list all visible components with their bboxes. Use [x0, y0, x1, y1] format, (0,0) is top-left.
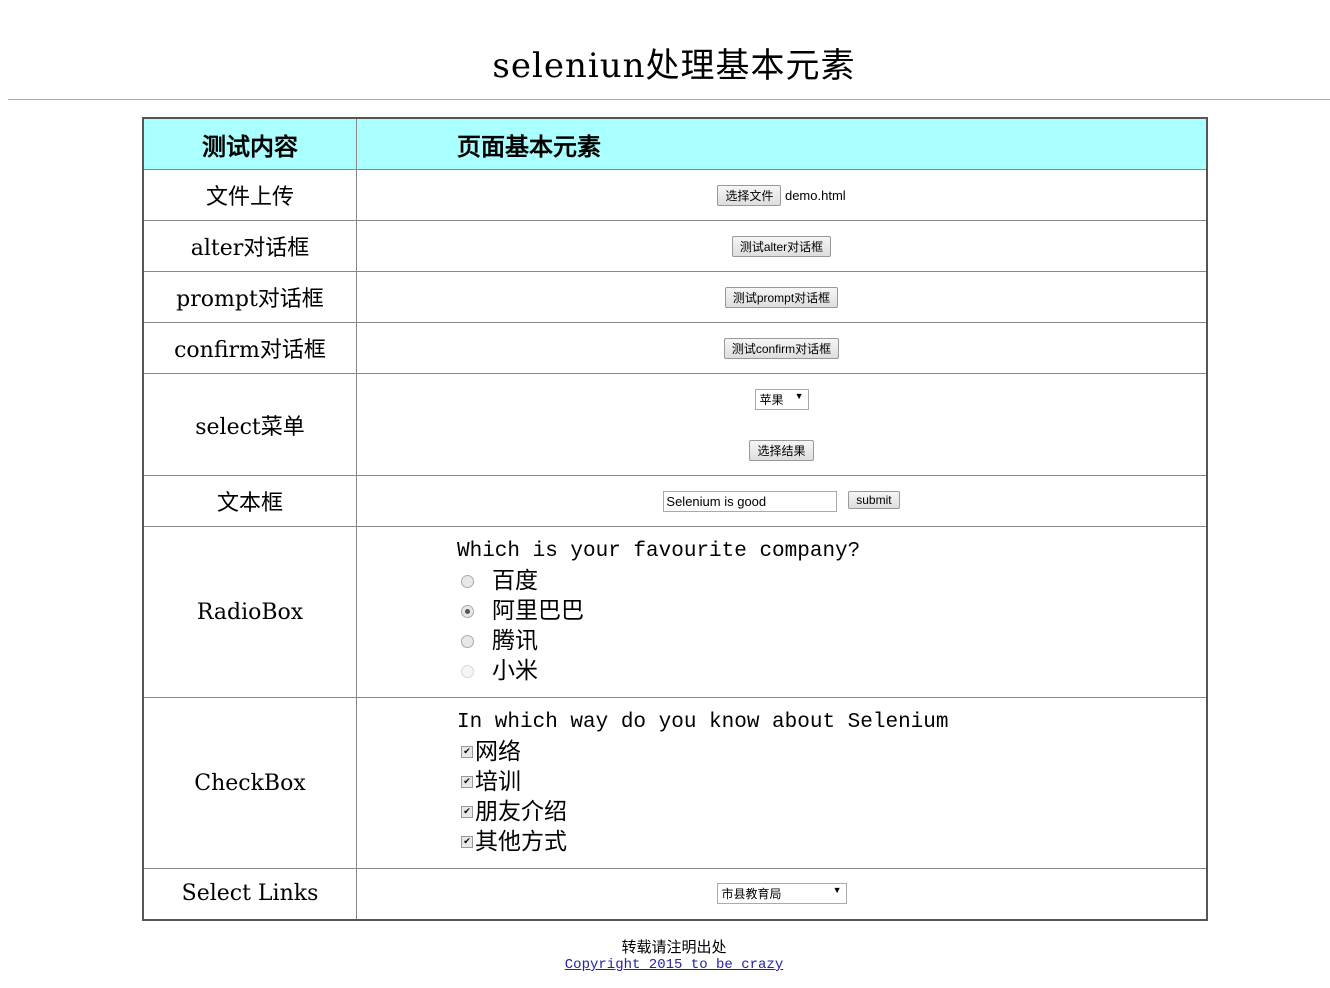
- fruit-select[interactable]: 苹果 ▼: [754, 388, 809, 410]
- page-title: seleniun处理基本元素: [492, 46, 856, 86]
- checkbox-option: ✔ 培训: [457, 767, 1206, 797]
- row-label: confirm对话框: [142, 322, 357, 374]
- checkbox-option: ✔ 朋友介绍: [457, 797, 1206, 827]
- checkbox-label: 网络: [475, 739, 521, 765]
- links-select-value: 市县教育局: [721, 887, 782, 902]
- chevron-down-icon: ▼: [794, 390, 804, 401]
- divider: [8, 99, 1330, 100]
- table-row: Select Links 市县教育局 ▼: [142, 868, 1208, 920]
- radio-label: 腾讯: [492, 628, 538, 654]
- checkbox[interactable]: ✔: [461, 806, 473, 818]
- radio-button[interactable]: [461, 574, 474, 588]
- checkbox[interactable]: ✔: [461, 746, 473, 758]
- prompt-button[interactable]: 测试prompt对话框: [724, 286, 839, 308]
- copyright-link[interactable]: Copyright 2015 to be crazy: [0, 957, 1330, 973]
- row-label: Select Links: [142, 868, 357, 920]
- radio-button[interactable]: [461, 634, 474, 648]
- footer: 转载请注明出处 Copyright 2015 to be crazy: [0, 936, 1330, 973]
- table-header: 测试内容 页面基本元素: [142, 117, 1208, 170]
- row-label: prompt对话框: [142, 271, 357, 323]
- radio-option: 腾讯: [457, 626, 1206, 656]
- select-result-button[interactable]: 选择结果: [749, 439, 814, 461]
- alert-button[interactable]: 测试alter对话框: [731, 235, 832, 257]
- confirm-button[interactable]: 测试confirm对话框: [723, 337, 840, 359]
- checkbox[interactable]: ✔: [461, 836, 473, 848]
- table-row: 文件上传 选择文件 demo.html: [142, 169, 1208, 221]
- table-row: 文本框 Selenium is good submit: [142, 475, 1208, 527]
- row-label: 文件上传: [142, 169, 357, 221]
- header-elements: 页面基本元素: [356, 117, 1208, 170]
- row-label: 文本框: [142, 475, 357, 527]
- table-row: select菜单 苹果 ▼ 选择结果: [142, 373, 1208, 476]
- checkbox-label: 朋友介绍: [475, 799, 567, 825]
- checkbox-question: In which way do you know about Selenium: [457, 711, 949, 734]
- chevron-down-icon: ▼: [832, 885, 842, 896]
- row-label: CheckBox: [142, 697, 357, 869]
- checkbox-label: 培训: [475, 769, 521, 795]
- table-row: RadioBox Which is your favourite company…: [142, 526, 1208, 698]
- fruit-select-value: 苹果: [759, 392, 784, 407]
- row-label: RadioBox: [142, 526, 357, 698]
- radio-option: 小米: [457, 656, 1206, 686]
- submit-button[interactable]: submit: [848, 491, 900, 510]
- row-label: select菜单: [142, 373, 357, 476]
- radio-button[interactable]: [461, 604, 474, 618]
- checkbox-option: ✔ 网络: [457, 737, 1206, 767]
- radio-label: 小米: [492, 658, 538, 684]
- radio-label: 百度: [492, 568, 538, 594]
- table-row: alter对话框 测试alter对话框: [142, 220, 1208, 272]
- table-row: prompt对话框 测试prompt对话框: [142, 271, 1208, 323]
- radio-option: 阿里巴巴: [457, 596, 1206, 626]
- radio-option: 百度: [457, 566, 1206, 596]
- checkbox-label: 其他方式: [475, 829, 567, 855]
- checkbox-option: ✔ 其他方式: [457, 827, 1206, 857]
- footer-note: 转载请注明出处: [621, 938, 727, 956]
- choose-file-button[interactable]: 选择文件: [717, 184, 782, 206]
- table-row: CheckBox In which way do you know about …: [142, 697, 1208, 869]
- radio-button-disabled: [461, 664, 474, 678]
- elements-table: 测试内容 页面基本元素 文件上传 选择文件 demo.html alter对话框…: [142, 117, 1208, 921]
- header-test-content: 测试内容: [142, 117, 357, 170]
- row-label: alter对话框: [142, 220, 357, 272]
- table-row: confirm对话框 测试confirm对话框: [142, 322, 1208, 374]
- links-select[interactable]: 市县教育局 ▼: [716, 883, 847, 905]
- checkbox[interactable]: ✔: [461, 776, 473, 788]
- radio-label: 阿里巴巴: [492, 598, 584, 624]
- file-name: demo.html: [784, 187, 846, 203]
- radio-question: Which is your favourite company?: [457, 540, 861, 563]
- text-input[interactable]: Selenium is good: [663, 490, 838, 512]
